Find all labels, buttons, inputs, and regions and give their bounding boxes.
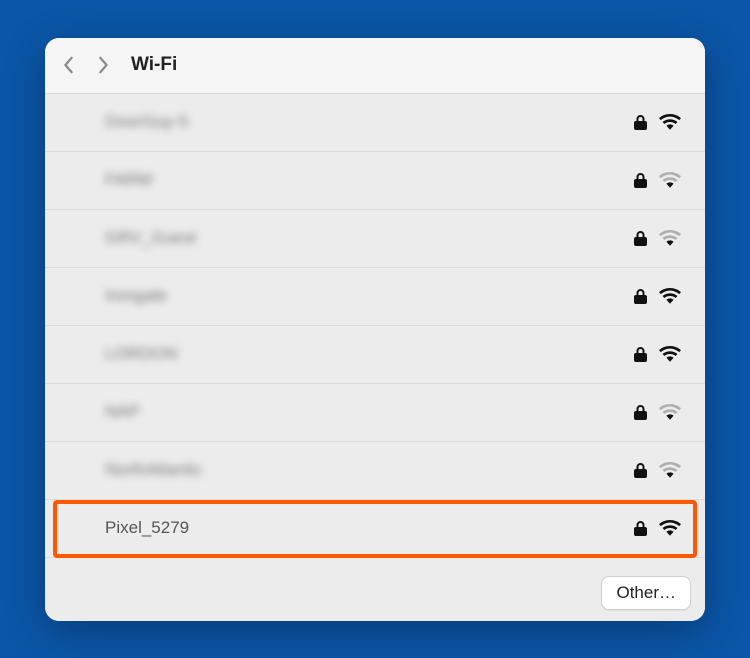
wifi-signal-icon	[659, 288, 681, 304]
network-status-icons	[634, 114, 681, 130]
network-row[interactable]: LORDON	[45, 326, 705, 384]
page-title: Wi-Fi	[131, 54, 177, 76]
network-row[interactable]: NorthAtlantic	[45, 442, 705, 500]
lock-icon	[634, 114, 647, 130]
lock-icon	[634, 404, 647, 420]
network-status-icons	[634, 172, 681, 188]
network-ssid: GRV_Guest	[105, 228, 634, 248]
wifi-signal-icon	[659, 404, 681, 420]
forward-button[interactable]	[93, 55, 113, 75]
network-status-icons	[634, 520, 681, 536]
network-status-icons	[634, 462, 681, 478]
network-status-icons	[634, 230, 681, 246]
network-row[interactable]: GRV_Guest	[45, 210, 705, 268]
wifi-signal-icon	[659, 172, 681, 188]
network-status-icons	[634, 288, 681, 304]
wifi-signal-icon	[659, 346, 681, 362]
network-list: DoorGuy-5 FARM GRV_Guest Irongate LORDON…	[45, 94, 705, 566]
network-row[interactable]: FARM	[45, 152, 705, 210]
network-ssid: LORDON	[105, 344, 634, 364]
titlebar: Wi-Fi	[45, 38, 705, 94]
wifi-signal-icon	[659, 114, 681, 130]
wifi-signal-icon	[659, 230, 681, 246]
network-ssid: FARM	[105, 170, 634, 190]
network-ssid: NorthAtlantic	[105, 460, 634, 480]
network-status-icons	[634, 404, 681, 420]
network-ssid: Irongate	[105, 286, 634, 306]
lock-icon	[634, 288, 647, 304]
network-row[interactable]: NAP	[45, 384, 705, 442]
lock-icon	[634, 462, 647, 478]
back-button[interactable]	[59, 55, 79, 75]
network-row[interactable]: DoorGuy-5	[45, 94, 705, 152]
lock-icon	[634, 172, 647, 188]
lock-icon	[634, 520, 647, 536]
network-row[interactable]: Pixel_5279	[45, 500, 705, 558]
lock-icon	[634, 346, 647, 362]
wifi-settings-window: Wi-Fi DoorGuy-5 FARM GRV_Guest Irongate …	[45, 38, 705, 621]
network-ssid: Pixel_5279	[105, 518, 634, 538]
lock-icon	[634, 230, 647, 246]
wifi-signal-icon	[659, 520, 681, 536]
network-row[interactable]: Irongate	[45, 268, 705, 326]
network-ssid: DoorGuy-5	[105, 112, 634, 132]
network-ssid: NAP	[105, 402, 634, 422]
network-status-icons	[634, 346, 681, 362]
footer: Other…	[45, 566, 705, 621]
other-network-button[interactable]: Other…	[601, 576, 691, 610]
wifi-signal-icon	[659, 462, 681, 478]
